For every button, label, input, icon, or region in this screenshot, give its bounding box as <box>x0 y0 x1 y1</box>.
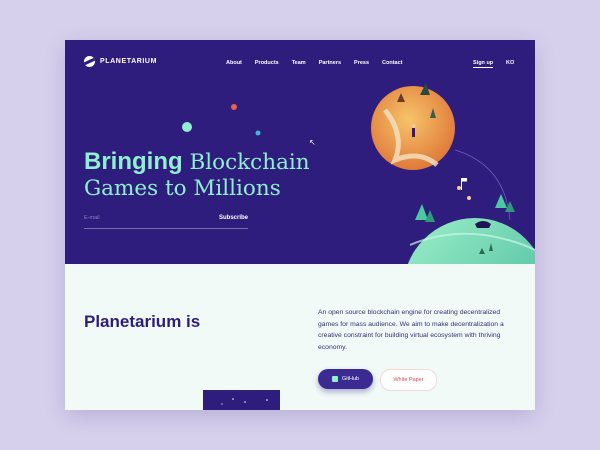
email-input[interactable]: E-mail <box>84 215 100 221</box>
nav-item-products[interactable]: Products <box>255 60 279 66</box>
logo-text: PLANETARIUM <box>100 58 158 65</box>
github-button[interactable]: GitHub <box>318 369 373 389</box>
nav-item-press[interactable]: Press <box>354 60 369 66</box>
top-navigation: PLANETARIUM About Products Team Partners… <box>65 40 535 86</box>
about-description: An open source blockchain engine for cre… <box>318 309 504 351</box>
newsletter-form: E-mail Subscribe <box>84 212 248 229</box>
next-section-preview <box>203 390 280 410</box>
language-switch[interactable]: KO <box>506 60 514 66</box>
logo[interactable]: PLANETARIUM <box>84 56 157 67</box>
github-icon <box>331 376 338 382</box>
stars-decoration <box>221 398 268 405</box>
headline-line2: Games to Millions <box>84 176 281 201</box>
hero-headline: Bringing Blockchain Games to Millions <box>84 149 344 202</box>
signup-link[interactable]: Sign up <box>473 60 494 68</box>
nav-item-about[interactable]: About <box>226 60 242 66</box>
white-paper-label: White Paper <box>393 377 424 383</box>
nav-item-partners[interactable]: Partners <box>319 60 341 66</box>
subscribe-button[interactable]: Subscribe <box>219 215 248 221</box>
floating-orb-red <box>231 104 237 110</box>
github-label: GitHub <box>341 376 360 382</box>
main-menu: About Products Team Partners Press Conta… <box>226 60 416 66</box>
headline-rest: Blockchain <box>182 150 310 175</box>
white-paper-button[interactable]: White Paper <box>380 369 437 391</box>
browser-frame: PLANETARIUM About Products Team Partners… <box>65 40 535 410</box>
nav-item-team[interactable]: Team <box>292 60 306 66</box>
headline-bold: Bringing <box>84 148 183 175</box>
floating-orb-mint <box>182 122 192 132</box>
about-title: Planetarium is <box>84 312 201 331</box>
planet-logo-icon <box>84 56 95 67</box>
cursor-icon: ↖ <box>309 138 316 147</box>
floating-orb-blue <box>255 130 261 136</box>
hero-section: PLANETARIUM About Products Team Partners… <box>65 40 535 264</box>
nav-item-contact[interactable]: Contact <box>382 60 402 66</box>
